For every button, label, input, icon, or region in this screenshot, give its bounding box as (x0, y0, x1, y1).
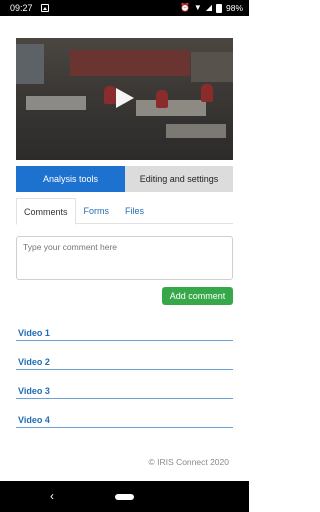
video-scene-table (26, 96, 86, 110)
tab-comments[interactable]: Comments (16, 198, 76, 225)
video-link-2[interactable]: Video 2 (16, 341, 233, 370)
tab-editing-settings[interactable]: Editing and settings (125, 166, 233, 192)
nav-bar: ‹ (0, 481, 249, 512)
back-icon[interactable]: ‹ (50, 490, 54, 502)
gallery-icon (40, 4, 49, 12)
status-bar: 09:27 ⏰ ▼ ◢ 98% (0, 0, 249, 16)
home-icon[interactable] (115, 494, 134, 500)
tab-files[interactable]: Files (117, 198, 152, 224)
video-link-1[interactable]: Video 1 (16, 312, 233, 341)
video-scene-table (166, 124, 226, 138)
video-scene-person (104, 86, 116, 104)
footer-copyright: © IRIS Connect 2020 (148, 457, 229, 467)
video-link-3[interactable]: Video 3 (16, 370, 233, 399)
sub-tabs: Comments Forms Files (16, 198, 233, 225)
battery-level: 98% (225, 3, 243, 13)
video-player[interactable] (16, 38, 233, 160)
wifi-icon: ▼ (193, 3, 202, 12)
tab-forms[interactable]: Forms (76, 198, 118, 224)
video-scene-person (201, 84, 213, 102)
video-scene-window (16, 44, 44, 84)
signal-icon: ◢ (205, 3, 212, 12)
video-scene-person (156, 90, 168, 108)
comment-input[interactable] (16, 236, 233, 280)
battery-icon (215, 3, 222, 13)
status-time: 09:27 (10, 3, 33, 13)
video-scene-board-right (191, 52, 233, 82)
tab-analysis-tools[interactable]: Analysis tools (16, 166, 125, 192)
play-icon[interactable] (116, 88, 134, 108)
add-comment-button[interactable]: Add comment (162, 287, 233, 305)
video-link-4[interactable]: Video 4 (16, 399, 233, 428)
main-tabs: Analysis tools Editing and settings (16, 166, 233, 192)
video-scene-table (136, 100, 206, 116)
video-scene-board (70, 50, 190, 76)
alarm-icon: ⏰ (179, 3, 190, 12)
video-list: Video 1 Video 2 Video 3 Video 4 (16, 312, 233, 428)
